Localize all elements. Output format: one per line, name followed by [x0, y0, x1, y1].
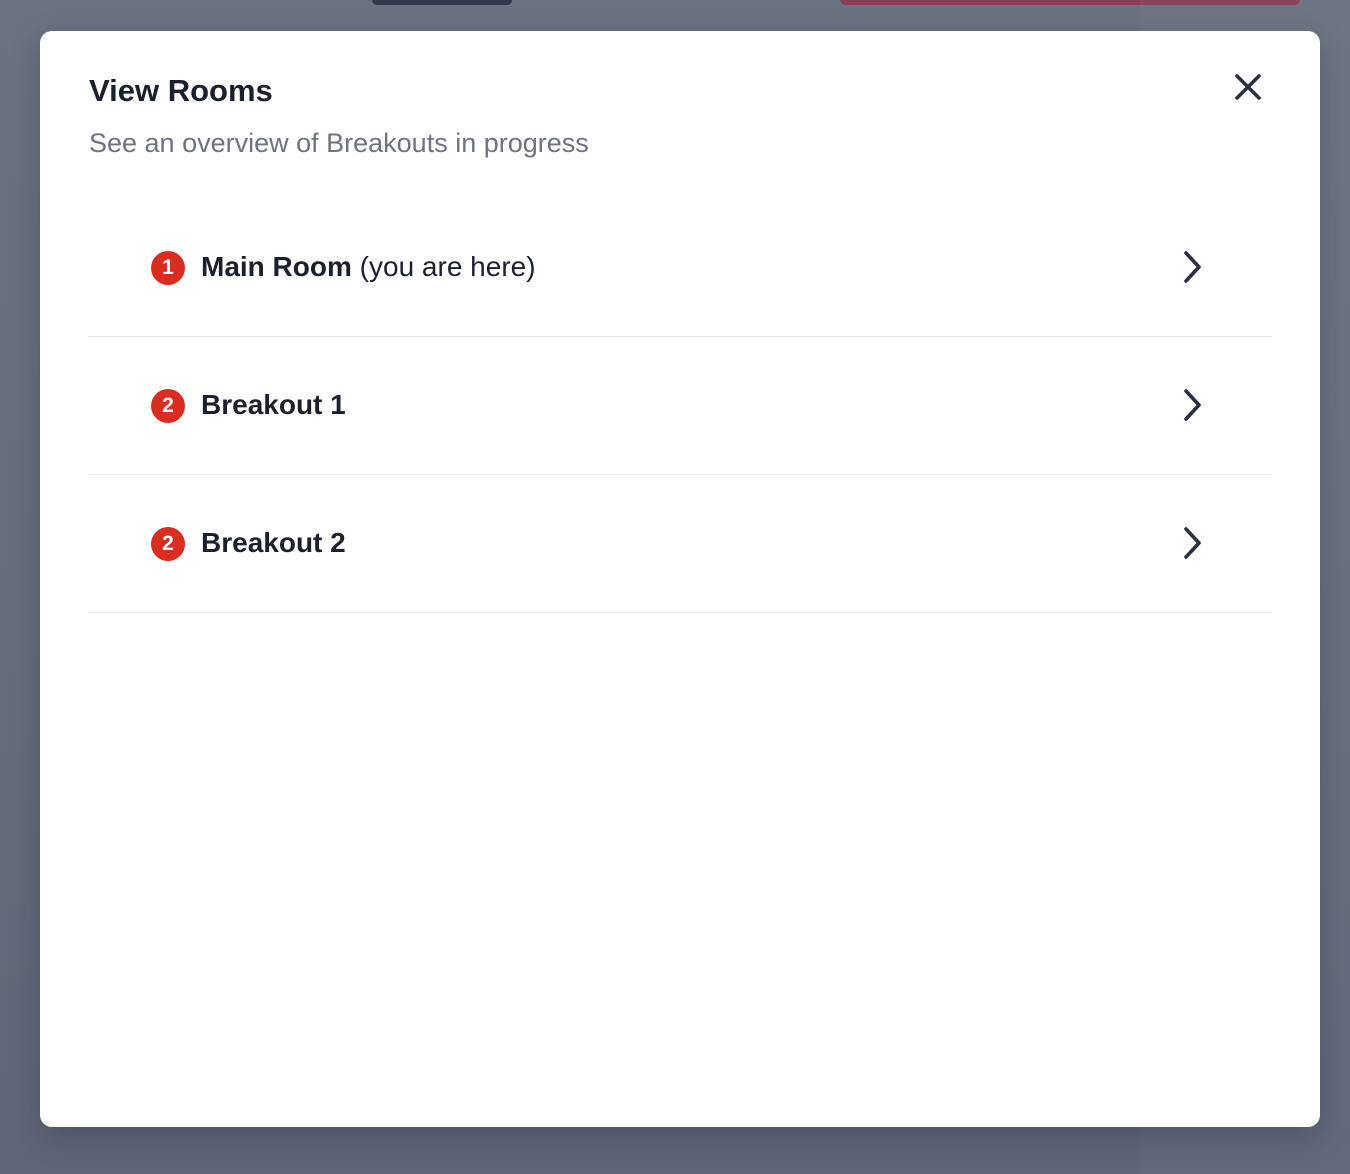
room-current-note: (you are here) [359, 251, 536, 282]
room-row-main-room[interactable]: 1 Main Room (you are here) [88, 199, 1272, 337]
modal-title: View Rooms [89, 73, 273, 108]
room-label: Breakout 2 [201, 525, 346, 561]
room-row-breakout-2[interactable]: 2 Breakout 2 [88, 475, 1272, 613]
participant-count-badge: 2 [151, 527, 185, 561]
participant-count-badge: 1 [151, 251, 185, 285]
background-button-hint [372, 0, 512, 5]
view-rooms-modal: View Rooms See an overview of Breakouts … [40, 31, 1320, 1127]
room-label: Main Room (you are here) [201, 249, 536, 285]
close-button[interactable] [1228, 67, 1268, 107]
modal-subtitle: See an overview of Breakouts in progress [89, 128, 589, 158]
room-name: Main Room [201, 251, 352, 282]
chevron-right-icon [1176, 249, 1206, 285]
close-icon [1228, 67, 1268, 107]
room-list: 1 Main Room (you are here) 2 Breakout 1 … [88, 199, 1272, 613]
room-label: Breakout 1 [201, 387, 346, 423]
room-row-breakout-1[interactable]: 2 Breakout 1 [88, 337, 1272, 475]
chevron-right-icon [1176, 525, 1206, 561]
chevron-right-icon [1176, 387, 1206, 423]
room-name: Breakout 1 [201, 389, 346, 420]
participant-count-badge: 2 [151, 389, 185, 423]
room-name: Breakout 2 [201, 527, 346, 558]
